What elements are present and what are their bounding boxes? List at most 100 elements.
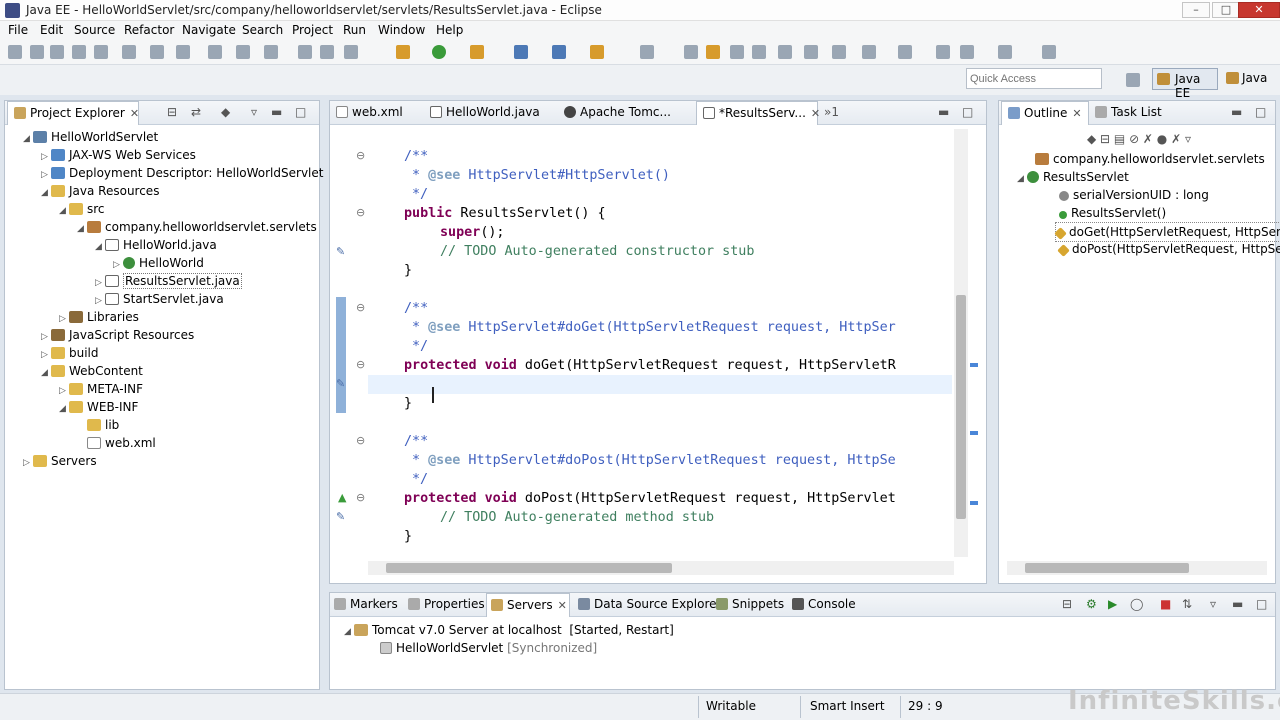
tree-item-lib[interactable]: lib (87, 416, 119, 434)
task-icon[interactable] (684, 45, 698, 59)
block-select-icon[interactable] (730, 45, 744, 59)
forward-icon[interactable] (998, 45, 1012, 59)
last-edit-icon[interactable] (898, 45, 912, 59)
tree-item-libraries[interactable]: ▷ Libraries (59, 308, 139, 328)
outline-item-package[interactable]: company.helloworldservlet.servlets (1035, 150, 1265, 168)
open-type-icon[interactable] (640, 45, 654, 59)
minimize-view-icon[interactable]: ▬ (1232, 597, 1243, 611)
tab-apache-tomcat[interactable]: Apache Tomc... (564, 101, 671, 125)
tree-item-meta-inf[interactable]: ▷ META-INF (59, 380, 143, 400)
toggle-icon[interactable] (122, 45, 136, 59)
close-tab-icon[interactable]: ✕ (558, 599, 567, 612)
menu-refactor[interactable]: Refactor (124, 23, 174, 37)
horizontal-scrollbar[interactable] (1007, 561, 1267, 575)
back-dropdown-icon[interactable] (960, 45, 974, 59)
maximize-view-icon[interactable]: □ (1256, 597, 1267, 611)
suspend-icon[interactable] (320, 45, 334, 59)
task-marker-icon[interactable]: ✎ (336, 377, 345, 390)
tab-snippets[interactable]: Snippets (716, 593, 784, 617)
debug-icon[interactable] (396, 45, 410, 59)
more-tabs-icon[interactable]: »1 (824, 105, 839, 119)
tree-item-resultsservlet-java[interactable]: ▷ ResultsServlet.java (95, 272, 242, 292)
fold-icon[interactable]: ⊖ (356, 434, 365, 447)
collapse-all-icon[interactable]: ⊟ (167, 105, 177, 119)
tab-outline[interactable]: Outline ✕ (1001, 101, 1089, 125)
tree-item-startservlet-java[interactable]: ▷ StartServlet.java (95, 290, 224, 310)
tree-item-src[interactable]: ◢ src (59, 200, 105, 220)
minimize-view-icon[interactable]: ▬ (1231, 105, 1242, 119)
profile-server-icon[interactable]: ◯ (1130, 597, 1143, 611)
fold-icon[interactable]: ⊖ (356, 149, 365, 162)
resume-icon[interactable] (298, 45, 312, 59)
outline-toolbar-icons[interactable]: ◆ ⊟ ▤ ⊘ ✗ ● ✗ ▿ (1087, 132, 1191, 146)
code-area[interactable]: /** * @see HttpServlet#HttpServlet() */ … (368, 129, 952, 555)
collapse-arrow-icon[interactable]: ◢ (344, 623, 354, 641)
print-icon[interactable] (94, 45, 108, 59)
menu-search[interactable]: Search (242, 23, 283, 37)
horizontal-scrollbar[interactable] (368, 561, 954, 575)
tab-web-xml[interactable]: web.xml (336, 101, 403, 125)
close-button[interactable]: ✕ (1238, 2, 1280, 18)
menu-project[interactable]: Project (292, 23, 333, 37)
tab-properties[interactable]: Properties (408, 593, 485, 617)
scroll-thumb[interactable] (1025, 563, 1189, 573)
menu-window[interactable]: Window (378, 23, 425, 37)
tree-item-webcontent[interactable]: ◢ WebContent (41, 362, 143, 382)
menu-run[interactable]: Run (343, 23, 366, 37)
menu-file[interactable]: File (8, 23, 28, 37)
overview-marker[interactable] (970, 431, 978, 435)
tree-item-javascript-resources[interactable]: ▷ JavaScript Resources (41, 326, 194, 346)
task-marker-icon[interactable]: ✎ (336, 245, 345, 258)
tab-task-list[interactable]: Task List (1095, 101, 1162, 125)
tree-item-deployment-descriptor[interactable]: ▷ Deployment Descriptor: HelloWorldServle… (41, 164, 323, 184)
collapse-arrow-icon[interactable]: ◢ (1017, 170, 1027, 188)
scroll-thumb[interactable] (956, 295, 966, 519)
tab-servers[interactable]: Servers ✕ (486, 593, 570, 617)
outline-item-dopost[interactable]: doPost(HttpServletRequest, HttpSe (1057, 240, 1280, 258)
collapse-arrow-icon[interactable]: ◢ (59, 400, 69, 418)
collapse-arrow-icon[interactable]: ◢ (77, 220, 87, 238)
link-editor-icon[interactable]: ⇄ (191, 105, 201, 119)
menu-navigate[interactable]: Navigate (182, 23, 236, 37)
task-marker-icon[interactable]: ✎ (336, 510, 345, 523)
collapse-arrow-icon[interactable]: ◢ (41, 364, 51, 382)
fold-icon[interactable]: ⊖ (356, 206, 365, 219)
redo-icon[interactable] (236, 45, 250, 59)
fold-icon[interactable]: ⊖ (356, 358, 365, 371)
run-icon[interactable] (432, 45, 446, 59)
minimize-view-icon[interactable]: ▬ (271, 105, 282, 119)
tab-helloworld-java[interactable]: HelloWorld.java (430, 101, 540, 125)
module-row[interactable]: HelloWorldServlet [Synchronized] (380, 639, 597, 657)
fold-icon[interactable]: ⊖ (356, 301, 365, 314)
toggle-mark-icon[interactable] (706, 45, 720, 59)
search-icon[interactable] (590, 45, 604, 59)
outline-item-field[interactable]: serialVersionUID : long (1059, 186, 1209, 204)
scroll-thumb[interactable] (386, 563, 672, 573)
tree-item-java-resources[interactable]: ◢ Java Resources (41, 182, 159, 202)
menu-source[interactable]: Source (74, 23, 115, 37)
pilcrow-icon[interactable] (778, 45, 792, 59)
quick-access-input[interactable] (966, 68, 1102, 89)
open-perspective-icon[interactable] (1126, 73, 1140, 87)
show-whitespace-icon[interactable] (752, 45, 766, 59)
perspective-java-ee[interactable]: Java EE (1152, 68, 1218, 100)
stop-server-icon[interactable]: ■ (1160, 597, 1171, 611)
next-annotation-icon[interactable] (832, 45, 846, 59)
tree-item-web-inf[interactable]: ◢ WEB-INF (59, 398, 138, 418)
collapse-arrow-icon[interactable]: ◢ (41, 184, 51, 202)
tab-console[interactable]: Console (792, 593, 856, 617)
collapse-arrow-icon[interactable]: ◢ (59, 202, 69, 220)
tab-resultsservlet[interactable]: *ResultsServ... ✕ (696, 101, 820, 125)
save-all-icon[interactable] (50, 45, 64, 59)
publish-icon[interactable]: ⇅ (1182, 597, 1192, 611)
tree-item-jaxws[interactable]: ▷ JAX-WS Web Services (41, 146, 196, 166)
tab-project-explorer[interactable]: Project Explorer ✕ (7, 101, 139, 125)
maximize-view-icon[interactable]: □ (962, 105, 973, 119)
menu-edit[interactable]: Edit (40, 23, 63, 37)
tree-item-build[interactable]: ▷ build (41, 344, 99, 364)
vertical-scrollbar[interactable] (954, 129, 968, 557)
close-tab-icon[interactable]: ✕ (811, 107, 820, 120)
collapse-arrow-icon[interactable]: ◢ (23, 130, 33, 148)
maximize-view-icon[interactable]: □ (295, 105, 306, 119)
expand-arrow-icon[interactable]: ▷ (23, 454, 33, 472)
